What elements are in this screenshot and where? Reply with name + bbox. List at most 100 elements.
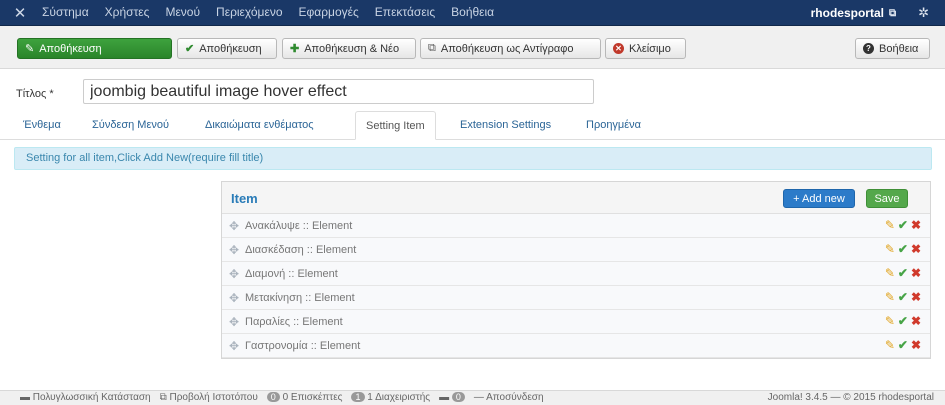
edit-icon[interactable]: ✎ <box>885 338 895 352</box>
tab-module[interactable]: Ένθεμα <box>23 111 61 140</box>
version-text: Joomla! 3.4.5 — © 2015 rhodesportal <box>767 392 934 403</box>
visitors-status: 0 0 Επισκέπτες <box>266 392 343 403</box>
item-label: Διασκέδαση :: Element <box>245 244 357 256</box>
check-icon[interactable]: ✔ <box>898 242 908 256</box>
item-actions: ✎ ✔ ✖ <box>885 242 921 256</box>
check-icon[interactable]: ✔ <box>898 314 908 328</box>
joomla-logo-icon[interactable]: ✕ <box>6 0 34 26</box>
item-label: Γαστρονομία :: Element <box>245 340 361 352</box>
add-new-button[interactable]: + Add new <box>783 189 855 208</box>
list-item[interactable]: ✥ Γαστρονομία :: Element ✎ ✔ ✖ <box>222 334 930 358</box>
help-button[interactable]: ? Βοήθεια <box>855 38 930 59</box>
close-icon: ✕ <box>613 43 624 54</box>
save-label: Αποθήκευση <box>199 42 262 55</box>
drag-handle-icon[interactable]: ✥ <box>229 219 239 233</box>
gear-icon[interactable]: ✲ <box>918 5 929 21</box>
item-actions: ✎ ✔ ✖ <box>885 314 921 328</box>
tab-advanced[interactable]: Προηγμένα <box>586 111 641 140</box>
status-left: ▬ Πολυγλωσσική Κατάσταση ⧉ Προβολή Ιστοτ… <box>20 392 544 403</box>
view-site-link[interactable]: ⧉ Προβολή Ιστοτόπου <box>160 392 258 403</box>
save-items-button[interactable]: Save <box>866 189 908 208</box>
title-field[interactable] <box>83 79 594 104</box>
save-button[interactable]: ✔ Αποθήκευση <box>177 38 277 59</box>
nav-right: rhodesportal ⧉ ✲ <box>811 0 929 26</box>
envelope-icon: ▬ <box>439 392 450 403</box>
site-name: rhodesportal <box>810 6 884 20</box>
visitors-label: 0 Επισκέπτες <box>282 392 343 403</box>
toolbar: ✎ Αποθήκευση ✔ Αποθήκευση ✚ Αποθήκευση &… <box>0 26 945 69</box>
item-label: Διαμονή :: Element <box>245 268 338 280</box>
logout-link[interactable]: — Αποσύνδεση <box>474 392 544 403</box>
admins-label: 1 Διαχειριστής <box>367 392 431 403</box>
tab-bar: Ένθεμα Σύνδεση Μενού Δικαιώματα ενθέματο… <box>0 111 945 140</box>
item-actions: ✎ ✔ ✖ <box>885 338 921 352</box>
item-label: Ανακάλυψε :: Element <box>245 220 353 232</box>
close-label: Κλείσιμο <box>629 42 671 55</box>
list-item[interactable]: ✥ Διαμονή :: Element ✎ ✔ ✖ <box>222 262 930 286</box>
menu-content[interactable]: Περιεχόμενο <box>208 0 290 26</box>
comment-icon: ▬ <box>20 392 30 403</box>
delete-icon[interactable]: ✖ <box>911 266 921 280</box>
menu-users[interactable]: Χρήστες <box>97 0 158 26</box>
title-label: Τίτλος * <box>16 88 54 100</box>
check-icon[interactable]: ✔ <box>898 290 908 304</box>
question-icon: ? <box>863 43 874 54</box>
check-icon[interactable]: ✔ <box>898 266 908 280</box>
check-icon: ✔ <box>185 43 195 55</box>
external-link-icon: ⧉ <box>159 392 167 403</box>
edit-icon[interactable]: ✎ <box>885 218 895 232</box>
delete-icon[interactable]: ✖ <box>911 314 921 328</box>
menu-help[interactable]: Βοήθεια <box>443 0 502 26</box>
save-copy-label: Αποθήκευση ως Αντίγραφο <box>440 42 574 55</box>
drag-handle-icon[interactable]: ✥ <box>229 291 239 305</box>
tab-setting-item[interactable]: Setting Item <box>355 111 436 140</box>
minus-icon: — <box>473 392 484 403</box>
drag-handle-icon[interactable]: ✥ <box>229 267 239 281</box>
list-item[interactable]: ✥ Παραλίες :: Element ✎ ✔ ✖ <box>222 310 930 334</box>
list-item[interactable]: ✥ Ανακάλυψε :: Element ✎ ✔ ✖ <box>222 214 930 238</box>
tab-extension-settings[interactable]: Extension Settings <box>460 111 551 140</box>
edit-icon[interactable]: ✎ <box>885 290 895 304</box>
item-label: Παραλίες :: Element <box>245 316 343 328</box>
menu-components[interactable]: Εφαρμογές <box>291 0 367 26</box>
messages-badge: 0 <box>451 392 465 402</box>
admins-badge: 1 <box>351 392 365 402</box>
external-link-icon: ⧉ <box>888 7 897 19</box>
save-as-copy-button[interactable]: ⧉ Αποθήκευση ως Αντίγραφο <box>420 38 601 59</box>
save-button-primary[interactable]: ✎ Αποθήκευση <box>17 38 172 59</box>
close-button[interactable]: ✕ Κλείσιμο <box>605 38 686 59</box>
edit-icon: ✎ <box>25 43 35 55</box>
main-menu: Σύστημα Χρήστες Μενού Περιεχόμενο Εφαρμο… <box>34 0 502 26</box>
edit-icon[interactable]: ✎ <box>885 242 895 256</box>
delete-icon[interactable]: ✖ <box>911 290 921 304</box>
menu-system[interactable]: Σύστημα <box>34 0 97 26</box>
list-item[interactable]: ✥ Μετακίνηση :: Element ✎ ✔ ✖ <box>222 286 930 310</box>
save-label: Αποθήκευση <box>39 42 102 55</box>
drag-handle-icon[interactable]: ✥ <box>229 339 239 353</box>
drag-handle-icon[interactable]: ✥ <box>229 315 239 329</box>
multilang-label: Πολυγλωσσική Κατάσταση <box>32 392 151 403</box>
plus-icon: ✚ <box>290 43 300 55</box>
drag-handle-icon[interactable]: ✥ <box>229 243 239 257</box>
tab-module-permissions[interactable]: Δικαιώματα ενθέματος <box>205 111 314 140</box>
messages-status[interactable]: ▬ 0 <box>439 392 465 403</box>
item-label: Μετακίνηση :: Element <box>245 292 355 304</box>
edit-icon[interactable]: ✎ <box>885 266 895 280</box>
menu-extensions[interactable]: Επεκτάσεις <box>367 0 443 26</box>
tab-menu-assignment[interactable]: Σύνδεση Μενού <box>92 111 169 140</box>
delete-icon[interactable]: ✖ <box>911 218 921 232</box>
menu-menus[interactable]: Μενού <box>157 0 208 26</box>
delete-icon[interactable]: ✖ <box>911 242 921 256</box>
list-item[interactable]: ✥ Διασκέδαση :: Element ✎ ✔ ✖ <box>222 238 930 262</box>
check-icon[interactable]: ✔ <box>898 218 908 232</box>
top-navbar: ✕ Σύστημα Χρήστες Μενού Περιεχόμενο Εφαρ… <box>0 0 945 26</box>
save-and-new-button[interactable]: ✚ Αποθήκευση & Νέο <box>282 38 416 59</box>
info-alert: Setting for all item,Click Add New(requi… <box>14 147 932 170</box>
edit-icon[interactable]: ✎ <box>885 314 895 328</box>
check-icon[interactable]: ✔ <box>898 338 908 352</box>
view-site-label: Προβολή Ιστοτόπου <box>169 392 258 403</box>
multilang-status[interactable]: ▬ Πολυγλωσσική Κατάσταση <box>20 392 151 403</box>
panel-header: Item + Add new Save <box>222 182 930 214</box>
site-link[interactable]: rhodesportal ⧉ <box>811 6 896 20</box>
delete-icon[interactable]: ✖ <box>911 338 921 352</box>
